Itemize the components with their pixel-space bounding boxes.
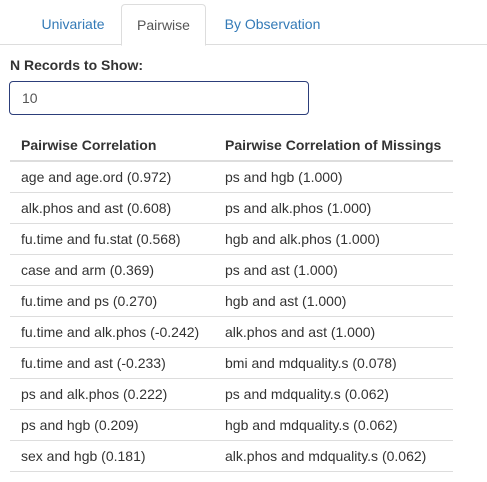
cell-pairwise-correlation-missings: ps and hgb (1.000)	[214, 161, 454, 193]
table-row: fu.time and ps (0.270) hgb and ast (1.000…	[10, 285, 454, 317]
cell-pairwise-correlation: alk.phos and ast (0.608)	[10, 192, 214, 224]
cell-pairwise-correlation-missings: ps and mdquality.s (0.062)	[214, 378, 454, 410]
table-body: age and age.ord (0.972) ps and hgb (1.000…	[10, 161, 454, 472]
tab-bar: Univariate Pairwise By Observation	[0, 4, 487, 46]
cell-pairwise-correlation: ps and hgb (0.209)	[10, 409, 214, 441]
table-row: ps and alk.phos (0.222) ps and mdquality.…	[10, 378, 454, 410]
cell-pairwise-correlation-missings: bmi and mdquality.s (0.078)	[214, 347, 454, 379]
cell-pairwise-correlation-missings: hgb and mdquality.s (0.062)	[214, 409, 454, 441]
cell-pairwise-correlation: fu.time and fu.stat (0.568)	[10, 223, 214, 255]
table-row: ps and hgb (0.209) hgb and mdquality.s (0…	[10, 409, 454, 441]
cell-pairwise-correlation-missings: hgb and ast (1.000)	[214, 285, 454, 317]
table-row: fu.time and alk.phos (-0.242) alk.phos an…	[10, 316, 454, 348]
n-records-label: N Records to Show:	[10, 57, 144, 73]
cell-pairwise-correlation-missings: ps and alk.phos (1.000)	[214, 192, 454, 224]
table-row: age and age.ord (0.972) ps and hgb (1.000…	[10, 161, 454, 193]
cell-pairwise-correlation: ps and alk.phos (0.222)	[10, 378, 214, 410]
n-records-input[interactable]	[9, 81, 309, 115]
cell-pairwise-correlation: fu.time and ast (-0.233)	[10, 347, 214, 379]
table-row: case and arm (0.369) ps and ast (1.000)	[10, 254, 454, 286]
cell-pairwise-correlation: age and age.ord (0.972)	[10, 161, 214, 193]
tab-univariate[interactable]: Univariate	[26, 4, 120, 45]
cell-pairwise-correlation-missings: ps and ast (1.000)	[214, 254, 454, 286]
tab-by-observation[interactable]: By Observation	[210, 4, 335, 45]
cell-pairwise-correlation: sex and hgb (0.181)	[10, 440, 214, 472]
cell-pairwise-correlation-missings: hgb and alk.phos (1.000)	[214, 223, 454, 255]
table-header-row: Pairwise Correlation Pairwise Correlatio…	[10, 129, 454, 162]
cell-pairwise-correlation: fu.time and alk.phos (-0.242)	[10, 316, 214, 348]
table-row: fu.time and fu.stat (0.568) hgb and alk.p…	[10, 223, 454, 255]
correlation-table: Pairwise Correlation Pairwise Correlatio…	[10, 129, 454, 472]
tab-pairwise[interactable]: Pairwise	[121, 4, 206, 46]
table-row: fu.time and ast (-0.233) bmi and mdqualit…	[10, 347, 454, 379]
cell-pairwise-correlation-missings: alk.phos and mdquality.s (0.062)	[214, 440, 454, 472]
table-row: alk.phos and ast (0.608) ps and alk.phos …	[10, 192, 454, 224]
column-header-pairwise-correlation-missings: Pairwise Correlation of Missings	[214, 129, 454, 162]
cell-pairwise-correlation: case and arm (0.369)	[10, 254, 214, 286]
cell-pairwise-correlation: fu.time and ps (0.270)	[10, 285, 214, 317]
column-header-pairwise-correlation: Pairwise Correlation	[10, 129, 214, 162]
cell-pairwise-correlation-missings: alk.phos and ast (1.000)	[214, 316, 454, 348]
table-row: sex and hgb (0.181) alk.phos and mdqualit…	[10, 440, 454, 472]
